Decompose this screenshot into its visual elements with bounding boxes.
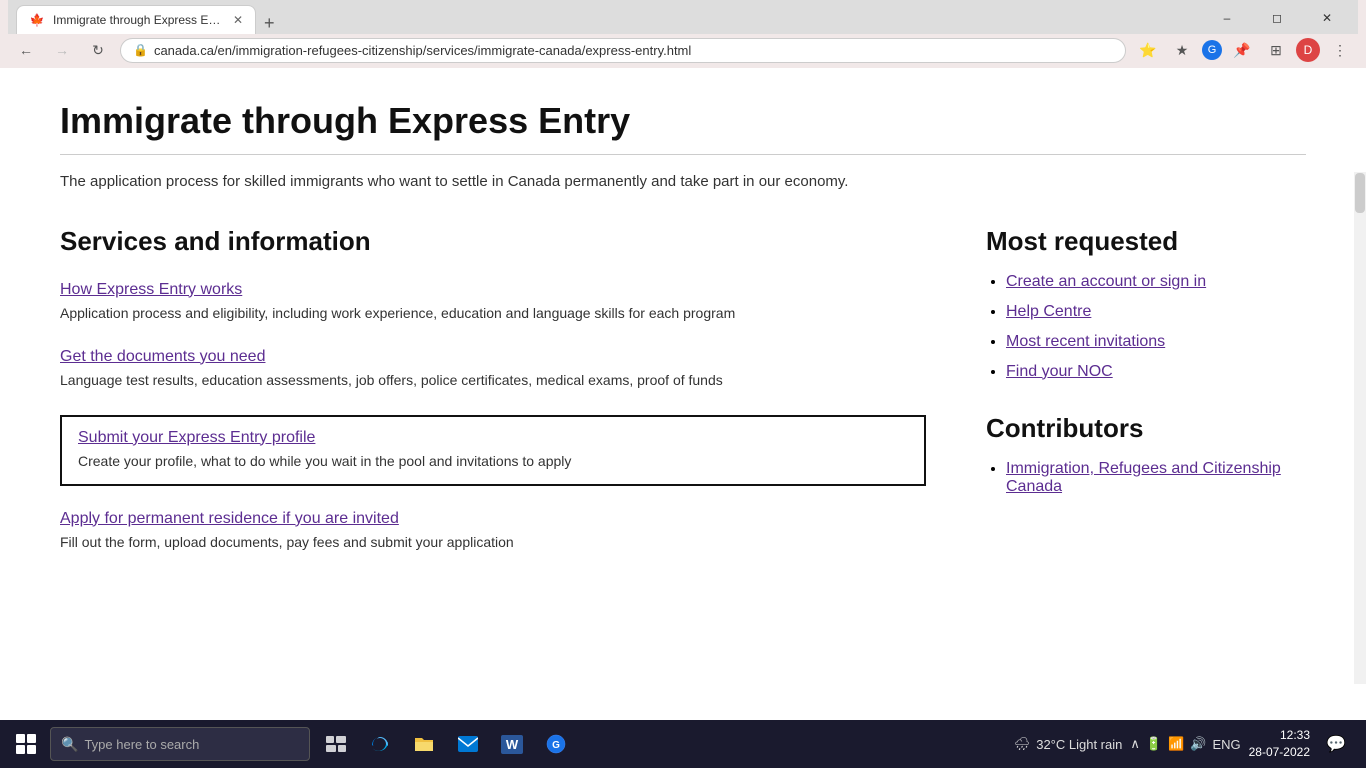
reload-button[interactable]: ↻ [84, 36, 112, 64]
system-tray-icons: ∧ 🔋 📶 🔊 ENG [1130, 736, 1240, 752]
taskbar-apps: W G [316, 724, 576, 764]
service-desc-apply-pr: Fill out the form, upload documents, pay… [60, 532, 926, 553]
taskbar-word[interactable]: W [492, 724, 532, 764]
page-title: Immigrate through Express Entry [60, 100, 1306, 142]
taskbar-mail[interactable] [448, 724, 488, 764]
taskbar-maps[interactable]: G [536, 724, 576, 764]
url-input[interactable]: 🔒 canada.ca/en/immigration-refugees-citi… [120, 38, 1126, 63]
notification-button[interactable]: 💬 [1318, 726, 1354, 762]
contributors-title: Contributors [986, 413, 1306, 444]
forward-button[interactable]: → [48, 36, 76, 64]
date-display: 28-07-2022 [1249, 744, 1310, 761]
link-create-account[interactable]: Create an account or sign in [1006, 273, 1206, 290]
title-bar: 🍁 Immigrate through Express Entry ✕ + – … [0, 0, 1366, 32]
browser-extension-1[interactable]: G [1202, 40, 1222, 60]
service-item-apply-pr: Apply for permanent residence if you are… [60, 510, 926, 553]
most-requested-list: Create an account or sign in Help Centre… [986, 273, 1306, 381]
extensions-icon[interactable]: ⭐ [1134, 36, 1162, 64]
restore-button[interactable]: ◻ [1254, 2, 1300, 34]
service-item-get-docs: Get the documents you need Language test… [60, 348, 926, 391]
service-link-how-works[interactable]: How Express Entry works [60, 281, 926, 299]
tab-bar: 🍁 Immigrate through Express Entry ✕ + – … [8, 0, 1358, 34]
toolbar-icons: ⭐ ★ G 📌 ⊞ D ⋮ [1134, 36, 1354, 64]
windows-logo-icon [16, 734, 36, 754]
page-content: Immigrate through Express Entry The appl… [0, 68, 1366, 684]
network-icon: 📶 [1168, 736, 1184, 752]
weather-icon: 🌧 [1014, 736, 1031, 752]
service-link-submit-profile[interactable]: Submit your Express Entry profile [78, 429, 908, 447]
taskbar-right: 🌧 32°C Light rain ∧ 🔋 📶 🔊 ENG 12:33 28-0… [1014, 726, 1362, 762]
weather-info: 🌧 32°C Light rain [1014, 736, 1123, 752]
window-controls: – ◻ ✕ [1204, 2, 1350, 34]
favorites-icon[interactable]: ★ [1168, 36, 1196, 64]
content-area: Services and information How Express Ent… [60, 226, 1306, 577]
service-link-get-docs[interactable]: Get the documents you need [60, 348, 926, 366]
clock: 12:33 28-07-2022 [1249, 727, 1310, 761]
close-button[interactable]: ✕ [1304, 2, 1350, 34]
start-button[interactable] [4, 722, 48, 766]
up-arrow-icon[interactable]: ∧ [1130, 736, 1140, 752]
scrollbar[interactable] [1354, 172, 1366, 684]
taskbar-edge[interactable] [360, 724, 400, 764]
battery-icon: 🔋 [1146, 736, 1162, 752]
svg-text:G: G [552, 740, 560, 751]
taskbar-search-box[interactable]: 🔍 Type here to search [50, 727, 310, 761]
weather-text: 32°C Light rain [1036, 737, 1122, 752]
link-ircc[interactable]: Immigration, Refugees and Citizenship Ca… [1006, 460, 1281, 495]
list-item-ircc: Immigration, Refugees and Citizenship Ca… [1006, 460, 1306, 496]
list-item-most-recent-invitations: Most recent invitations [1006, 333, 1306, 351]
taskbar-search-placeholder: Type here to search [84, 737, 199, 752]
language-indicator: ENG [1212, 737, 1240, 752]
taskbar-file-explorer[interactable] [404, 724, 444, 764]
link-help-centre[interactable]: Help Centre [1006, 303, 1091, 320]
link-most-recent-invitations[interactable]: Most recent invitations [1006, 333, 1165, 350]
tab-title: Immigrate through Express Entry [53, 13, 225, 27]
browser-chrome: 🍁 Immigrate through Express Entry ✕ + – … [0, 0, 1366, 68]
split-screen-icon[interactable]: ⊞ [1262, 36, 1290, 64]
page-subtitle: The application process for skilled immi… [60, 171, 1306, 194]
title-divider [60, 154, 1306, 155]
service-item-submit-profile: Submit your Express Entry profile Create… [60, 415, 926, 486]
url-text: canada.ca/en/immigration-refugees-citize… [154, 43, 691, 58]
browser-extension-2[interactable]: 📌 [1228, 36, 1256, 64]
service-desc-how-works: Application process and eligibility, inc… [60, 303, 926, 324]
volume-icon[interactable]: 🔊 [1190, 736, 1206, 752]
active-tab[interactable]: 🍁 Immigrate through Express Entry ✕ [16, 5, 256, 34]
service-link-apply-pr[interactable]: Apply for permanent residence if you are… [60, 510, 926, 528]
new-tab-button[interactable]: + [256, 13, 283, 34]
time-display: 12:33 [1249, 727, 1310, 744]
list-item-create-account: Create an account or sign in [1006, 273, 1306, 291]
address-bar: ← → ↻ 🔒 canada.ca/en/immigration-refugee… [0, 32, 1366, 68]
back-button[interactable]: ← [12, 36, 40, 64]
services-section-title: Services and information [60, 226, 926, 257]
tab-close-button[interactable]: ✕ [233, 13, 243, 27]
sidebar-column: Most requested Create an account or sign… [986, 226, 1306, 577]
tab-favicon: 🍁 [29, 12, 45, 28]
main-column: Services and information How Express Ent… [60, 226, 926, 577]
scrollbar-thumb[interactable] [1355, 173, 1365, 213]
service-desc-submit-profile: Create your profile, what to do while yo… [78, 451, 908, 472]
most-requested-title: Most requested [986, 226, 1306, 257]
service-desc-get-docs: Language test results, education assessm… [60, 370, 926, 391]
taskbar-task-view[interactable] [316, 724, 356, 764]
lock-icon: 🔒 [133, 43, 148, 57]
contributors-list: Immigration, Refugees and Citizenship Ca… [986, 460, 1306, 496]
taskbar-search-icon: 🔍 [61, 736, 78, 753]
profile-icon[interactable]: D [1296, 38, 1320, 62]
minimize-button[interactable]: – [1204, 2, 1250, 34]
list-item-help-centre: Help Centre [1006, 303, 1306, 321]
taskbar: 🔍 Type here to search [0, 720, 1366, 768]
link-find-noc[interactable]: Find your NOC [1006, 363, 1113, 380]
list-item-find-noc: Find your NOC [1006, 363, 1306, 381]
service-item-how-works: How Express Entry works Application proc… [60, 281, 926, 324]
more-options-button[interactable]: ⋮ [1326, 36, 1354, 64]
